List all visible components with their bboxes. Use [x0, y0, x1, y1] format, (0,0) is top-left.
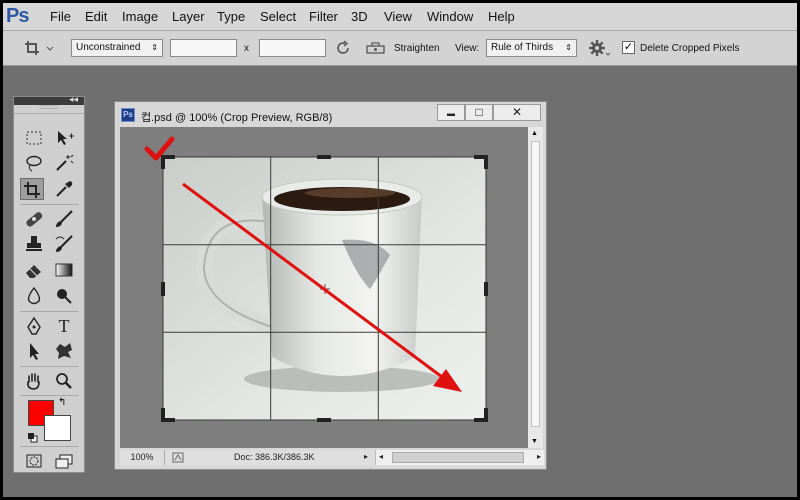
overlay-options-button[interactable]: [587, 38, 611, 58]
menu-select[interactable]: Select: [260, 9, 296, 24]
tools-panel-header[interactable]: ◂◂: [14, 94, 84, 105]
crop-icon[interactable]: [20, 178, 44, 200]
tool-divider: [20, 204, 78, 205]
swap-colors-icon[interactable]: ↰: [58, 397, 66, 408]
zoom-level[interactable]: 100%: [120, 450, 165, 465]
screen-mode-icon[interactable]: [52, 450, 76, 472]
rectangular-marquee-icon[interactable]: [22, 127, 46, 149]
menu-image[interactable]: Image: [122, 9, 158, 24]
document-title: 컵.psd @ 100% (Crop Preview, RGB/8): [141, 112, 333, 124]
ratio-select[interactable]: Unconstrained ⇕: [71, 39, 163, 57]
overlay-view-select[interactable]: Rule of Thirds ⇕: [486, 39, 577, 57]
h-scroll-thumb[interactable]: [392, 452, 524, 463]
zoom-icon[interactable]: [52, 370, 76, 392]
blur-icon[interactable]: [22, 285, 46, 307]
scroll-up-icon[interactable]: ▲: [531, 130, 538, 137]
background-color-swatch[interactable]: [44, 415, 71, 441]
menu-filter[interactable]: Filter: [309, 9, 338, 24]
times-label: x: [244, 43, 249, 54]
minimize-button[interactable]: ▬: [437, 104, 465, 121]
level-icon: [366, 42, 385, 54]
menu-bar: Ps File Edit Image Layer Type Select Fil…: [3, 3, 797, 31]
menu-view[interactable]: View: [384, 9, 412, 24]
custom-shape-icon[interactable]: [52, 340, 76, 362]
document-title-bar[interactable]: Ps 컵.psd @ 100% (Crop Preview, RGB/8) ▬ …: [115, 102, 546, 127]
path-selection-icon[interactable]: [22, 340, 46, 362]
menu-3d[interactable]: 3D: [351, 9, 368, 24]
straighten-button[interactable]: [365, 39, 387, 57]
document-window: Ps 컵.psd @ 100% (Crop Preview, RGB/8) ▬ …: [114, 101, 547, 470]
spot-healing-icon[interactable]: [22, 208, 46, 230]
panel-grip[interactable]: ::::::::::: [14, 104, 84, 114]
crop-icon: [25, 41, 54, 55]
options-bar: Unconstrained ⇕ x Straighten View: Rule: [3, 31, 797, 66]
lasso-icon[interactable]: [22, 152, 46, 174]
status-bar: 100% Doc: 386.3K/386.3K ▸ ◂ ▸: [120, 450, 544, 466]
document-size: Doc: 386.3K/386.3K: [234, 452, 315, 462]
close-button[interactable]: ✕: [493, 104, 541, 121]
pen-icon[interactable]: [22, 315, 46, 337]
history-brush-icon[interactable]: [52, 233, 76, 255]
minimize-icon: ▬: [447, 109, 455, 118]
maximize-icon: □: [475, 105, 483, 119]
rotate-icon: [337, 40, 349, 54]
status-menu-icon[interactable]: [172, 452, 184, 463]
spin-arrows-icon: ⇕: [151, 43, 158, 52]
gradient-icon[interactable]: [52, 259, 76, 281]
scroll-right-icon[interactable]: ▸: [537, 452, 541, 461]
quick-mask-icon[interactable]: [22, 450, 46, 472]
vertical-scrollbar[interactable]: ▲ ▼: [528, 127, 543, 448]
maximize-button[interactable]: □: [465, 104, 493, 121]
menu-edit[interactable]: Edit: [85, 9, 107, 24]
crop-height-input[interactable]: [259, 39, 326, 57]
default-colors-icon[interactable]: [27, 430, 38, 443]
spin-arrows-icon: ⇕: [565, 43, 572, 52]
clone-stamp-icon[interactable]: [22, 233, 46, 255]
crop-width-input[interactable]: [170, 39, 237, 57]
checkmark-icon: ✓: [623, 41, 634, 53]
dodge-icon[interactable]: [52, 285, 76, 307]
view-label: View:: [455, 43, 480, 54]
scroll-thumb[interactable]: [531, 141, 540, 427]
overlay-view-value: Rule of Thirds: [491, 42, 554, 53]
collapse-icon[interactable]: ◂◂: [69, 94, 78, 105]
delete-cropped-label: Delete Cropped Pixels: [640, 43, 740, 54]
type-icon[interactable]: T: [52, 315, 76, 337]
tools-panel: ◂◂ :::::::::: T ↰: [13, 94, 85, 473]
photoshop-window: Ps File Edit Image Layer Type Select Fil…: [0, 0, 800, 500]
menu-window[interactable]: Window: [427, 9, 473, 24]
tool-divider: [20, 311, 78, 312]
menu-layer[interactable]: Layer: [172, 9, 205, 24]
magic-wand-icon[interactable]: [52, 152, 76, 174]
eraser-icon[interactable]: [22, 259, 46, 281]
move-icon[interactable]: [52, 127, 76, 149]
menu-file[interactable]: File: [50, 9, 71, 24]
document-ps-icon: Ps: [121, 108, 135, 122]
canvas-area[interactable]: [120, 127, 528, 448]
horizontal-scrollbar[interactable]: ◂ ▸: [375, 450, 544, 465]
hand-icon[interactable]: [22, 370, 46, 392]
close-icon: ✕: [511, 105, 523, 119]
delete-cropped-checkbox[interactable]: ✓: [622, 41, 635, 54]
tool-divider: [20, 446, 78, 447]
swap-dimensions-button[interactable]: [334, 39, 352, 57]
tool-divider: [20, 366, 78, 367]
eyedropper-icon[interactable]: [52, 178, 76, 200]
scroll-down-icon[interactable]: ▼: [531, 438, 538, 445]
app-logo: Ps: [6, 5, 29, 27]
ratio-select-value: Unconstrained: [76, 42, 141, 53]
tool-preset-picker[interactable]: [23, 38, 57, 58]
status-arrow-icon[interactable]: ▸: [364, 452, 368, 461]
straighten-label: Straighten: [394, 43, 440, 54]
brush-icon[interactable]: [52, 208, 76, 230]
scroll-left-icon[interactable]: ◂: [379, 452, 383, 461]
menu-type[interactable]: Type: [217, 9, 245, 24]
menu-help[interactable]: Help: [488, 9, 515, 24]
gear-icon: [589, 40, 611, 56]
tool-divider: [20, 395, 78, 396]
canvas-image[interactable]: [120, 127, 528, 448]
